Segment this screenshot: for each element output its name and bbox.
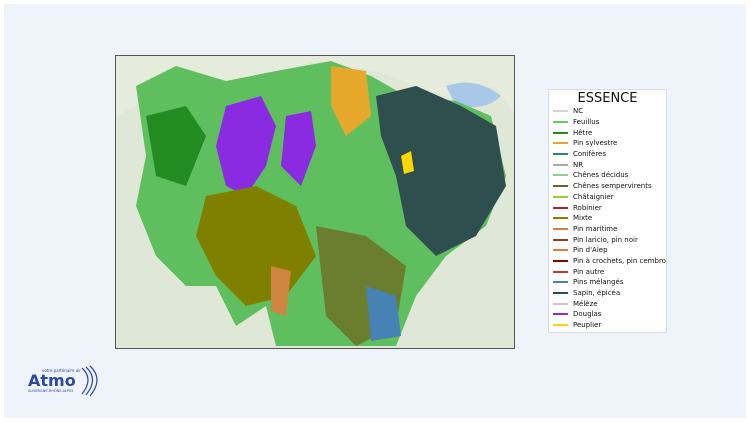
legend-item: Robinier [549, 202, 666, 213]
legend-swatch [553, 174, 568, 177]
legend-label: Pin autre [573, 267, 605, 276]
legend-item: Pin maritime [549, 224, 666, 235]
legend-swatch [553, 238, 568, 241]
legend-item: Châtaignier [549, 192, 666, 203]
legend-item: Pin à crochets, pin cembro [549, 256, 666, 267]
legend-item: Feuillus [549, 117, 666, 128]
legend-swatch [553, 302, 568, 305]
legend-item: Douglas [549, 309, 666, 320]
legend-item: Chênes sempervirents [549, 181, 666, 192]
legend-label: Peuplier [573, 321, 602, 330]
legend-item: Pins mélangés [549, 277, 666, 288]
legend-swatch [553, 195, 568, 198]
legend-swatch [553, 281, 568, 284]
legend-label: Pin laricio, pin noir [573, 235, 638, 244]
legend-label: Feuillus [573, 118, 600, 127]
legend-swatch [553, 206, 568, 209]
legend-label: Chênes décidus [573, 171, 629, 180]
legend-item: Mélèze [549, 298, 666, 309]
legend-label: Pin d'Alep [573, 246, 608, 255]
legend-item: Pin autre [549, 266, 666, 277]
legend-swatch [553, 292, 568, 295]
legend-label: Mélèze [573, 299, 598, 308]
legend-label: NC [573, 107, 584, 116]
legend-swatch [553, 185, 568, 188]
legend-label: Pins mélangés [573, 278, 624, 287]
svg-text:Atmo: Atmo [28, 371, 76, 390]
legend-title: ESSENCE [577, 91, 638, 106]
legend-label: Douglas [573, 310, 602, 319]
forest-species-map [115, 55, 515, 349]
legend-swatch [553, 227, 568, 230]
legend-label: Pin sylvestre [573, 139, 618, 148]
legend-item: Mixte [549, 213, 666, 224]
legend-swatch [553, 110, 568, 113]
legend-label: Pin maritime [573, 224, 618, 233]
legend-label: Chênes sempervirents [573, 182, 652, 191]
legend-label: Mixte [573, 214, 593, 223]
legend-label: NR [573, 160, 584, 169]
legend-item: NR [549, 159, 666, 170]
legend-item: Conifères [549, 149, 666, 160]
svg-text:AUVERGNE-RHÔNE-ALPES: AUVERGNE-RHÔNE-ALPES [28, 388, 74, 393]
legend-swatch [553, 131, 568, 134]
legend-label: Robinier [573, 203, 602, 212]
legend-swatch [553, 313, 568, 316]
legend-label: Sapin, épicéa [573, 289, 621, 298]
legend-label: Hêtre [573, 128, 593, 137]
legend-item: Sapin, épicéa [549, 288, 666, 299]
legend-item: Hêtre [549, 127, 666, 138]
legend-item: NC [549, 106, 666, 117]
legend-item: Pin d'Alep [549, 245, 666, 256]
atmo-logo: votre partenaire air Atmo AUVERGNE-RHÔNE… [28, 364, 98, 398]
legend-label: Conifères [573, 150, 607, 159]
legend-item: Chênes décidus [549, 170, 666, 181]
map-legend: ESSENCE NC Feuillus Hêtre Pin sylvestre Coni… [548, 89, 667, 333]
legend-item: Peuplier [549, 320, 666, 331]
legend-swatch [553, 153, 568, 156]
legend-swatch [553, 270, 568, 273]
legend-label: Pin à crochets, pin cembro [573, 256, 666, 265]
map-svg [116, 56, 514, 348]
legend-swatch [553, 324, 568, 327]
legend-items: NC Feuillus Hêtre Pin sylvestre Conifères NR C… [549, 106, 666, 330]
legend-swatch [553, 163, 568, 166]
legend-item: Pin laricio, pin noir [549, 234, 666, 245]
legend-swatch [553, 217, 568, 220]
atmo-logo-graphic: votre partenaire air Atmo AUVERGNE-RHÔNE… [28, 365, 98, 397]
legend-swatch [553, 142, 568, 145]
legend-swatch [553, 121, 568, 124]
legend-swatch [553, 249, 568, 252]
legend-label: Châtaignier [573, 192, 614, 201]
legend-swatch [553, 259, 568, 262]
legend-item: Pin sylvestre [549, 138, 666, 149]
